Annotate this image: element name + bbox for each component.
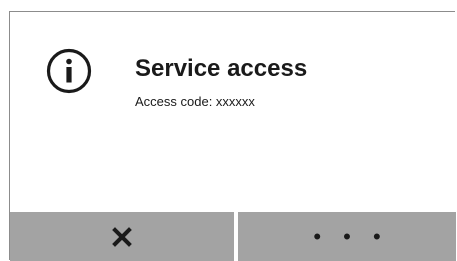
- access-code-text: Access code: xxxxxx: [135, 94, 255, 109]
- dialog-title: Service access: [135, 55, 308, 82]
- service-access-dialog: Service access Access code: xxxxxx • • •: [9, 11, 456, 261]
- info-icon: [46, 48, 92, 94]
- more-options-button[interactable]: • • •: [238, 212, 456, 261]
- close-icon: [112, 226, 132, 247]
- more-dots-label: • • •: [313, 223, 389, 249]
- cancel-button[interactable]: [10, 212, 234, 261]
- dialog-button-bar: • • •: [10, 212, 456, 261]
